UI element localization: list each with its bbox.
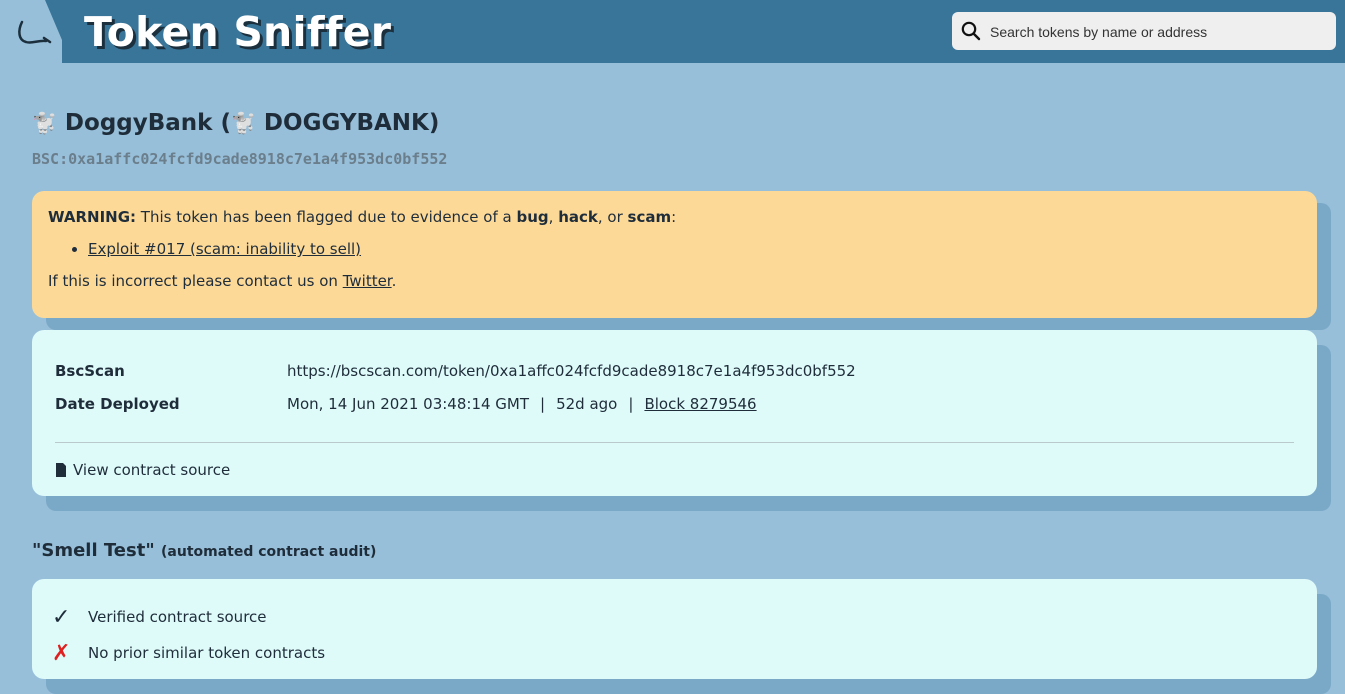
- exploit-link[interactable]: Exploit #017 (scam: inability to sell): [88, 240, 361, 258]
- brand-title[interactable]: Token Sniffer: [84, 8, 391, 56]
- deployed-age: 52d ago: [556, 394, 618, 413]
- smell-test-subtitle: (automated contract audit): [161, 544, 377, 560]
- top-bar: Token Sniffer: [0, 0, 1345, 63]
- token-address: BSC:0xa1affc024fcfd9cade8918c7e1a4f953dc…: [32, 150, 448, 168]
- deployed-label: Date Deployed: [55, 394, 180, 413]
- nose-logo-icon[interactable]: [16, 20, 56, 48]
- smell-test-heading: "Smell Test" (automated contract audit): [32, 540, 377, 561]
- bscscan-row: BscScan https://bscscan.com/token/0xa1af…: [55, 354, 1294, 387]
- warning-text: WARNING: This token has been flagged due…: [48, 208, 677, 226]
- bscscan-label: BscScan: [55, 361, 125, 380]
- token-name: DoggyBank: [64, 110, 213, 136]
- search-box[interactable]: [952, 12, 1336, 52]
- poodle-icon: 🐩: [231, 111, 256, 135]
- twitter-link[interactable]: Twitter: [343, 272, 392, 290]
- audit-item-label: No prior similar token contracts: [88, 644, 326, 662]
- poodle-icon: 🐩: [32, 111, 57, 135]
- block-link[interactable]: Block 8279546: [644, 395, 756, 413]
- audit-item-label: Verified contract source: [88, 608, 267, 626]
- deployed-date: Mon, 14 Jun 2021 03:48:14 GMT: [287, 394, 530, 413]
- divider: [55, 442, 1294, 443]
- list-item: ✗ No prior similar token contracts: [52, 639, 1297, 667]
- cross-icon: ✗: [52, 640, 71, 666]
- exploit-list: Exploit #017 (scam: inability to sell): [48, 240, 1301, 258]
- warning-card: WARNING: This token has been flagged due…: [32, 191, 1317, 318]
- check-icon: ✓: [52, 604, 71, 630]
- list-item: ✓ Verified contract source: [52, 603, 1297, 631]
- list-item: Exploit #017 (scam: inability to sell): [88, 240, 1301, 258]
- info-card: BscScan https://bscscan.com/token/0xa1af…: [32, 330, 1317, 496]
- deployed-value: Mon, 14 Jun 2021 03:48:14 GMT | 52d ago | Bl…: [287, 394, 757, 413]
- audit-card: ✓ Verified contract source ✗ No prior si…: [32, 579, 1317, 679]
- view-source-label: View contract source: [73, 461, 231, 479]
- token-title: 🐩 DoggyBank (🐩 DOGGYBANK): [32, 110, 440, 136]
- deployed-row: Date Deployed Mon, 14 Jun 2021 03:48:14 …: [55, 387, 1294, 420]
- search-input[interactable]: [988, 12, 1332, 52]
- warning-footer: If this is incorrect please contact us o…: [48, 272, 397, 290]
- token-symbol: DOGGYBANK: [263, 110, 429, 136]
- bscscan-url: https://bscscan.com/token/0xa1affc024fcf…: [287, 361, 856, 380]
- search-icon: [961, 21, 981, 41]
- file-icon: [56, 463, 66, 477]
- warning-label: WARNING:: [48, 208, 137, 226]
- view-source-button[interactable]: View contract source: [55, 461, 1294, 479]
